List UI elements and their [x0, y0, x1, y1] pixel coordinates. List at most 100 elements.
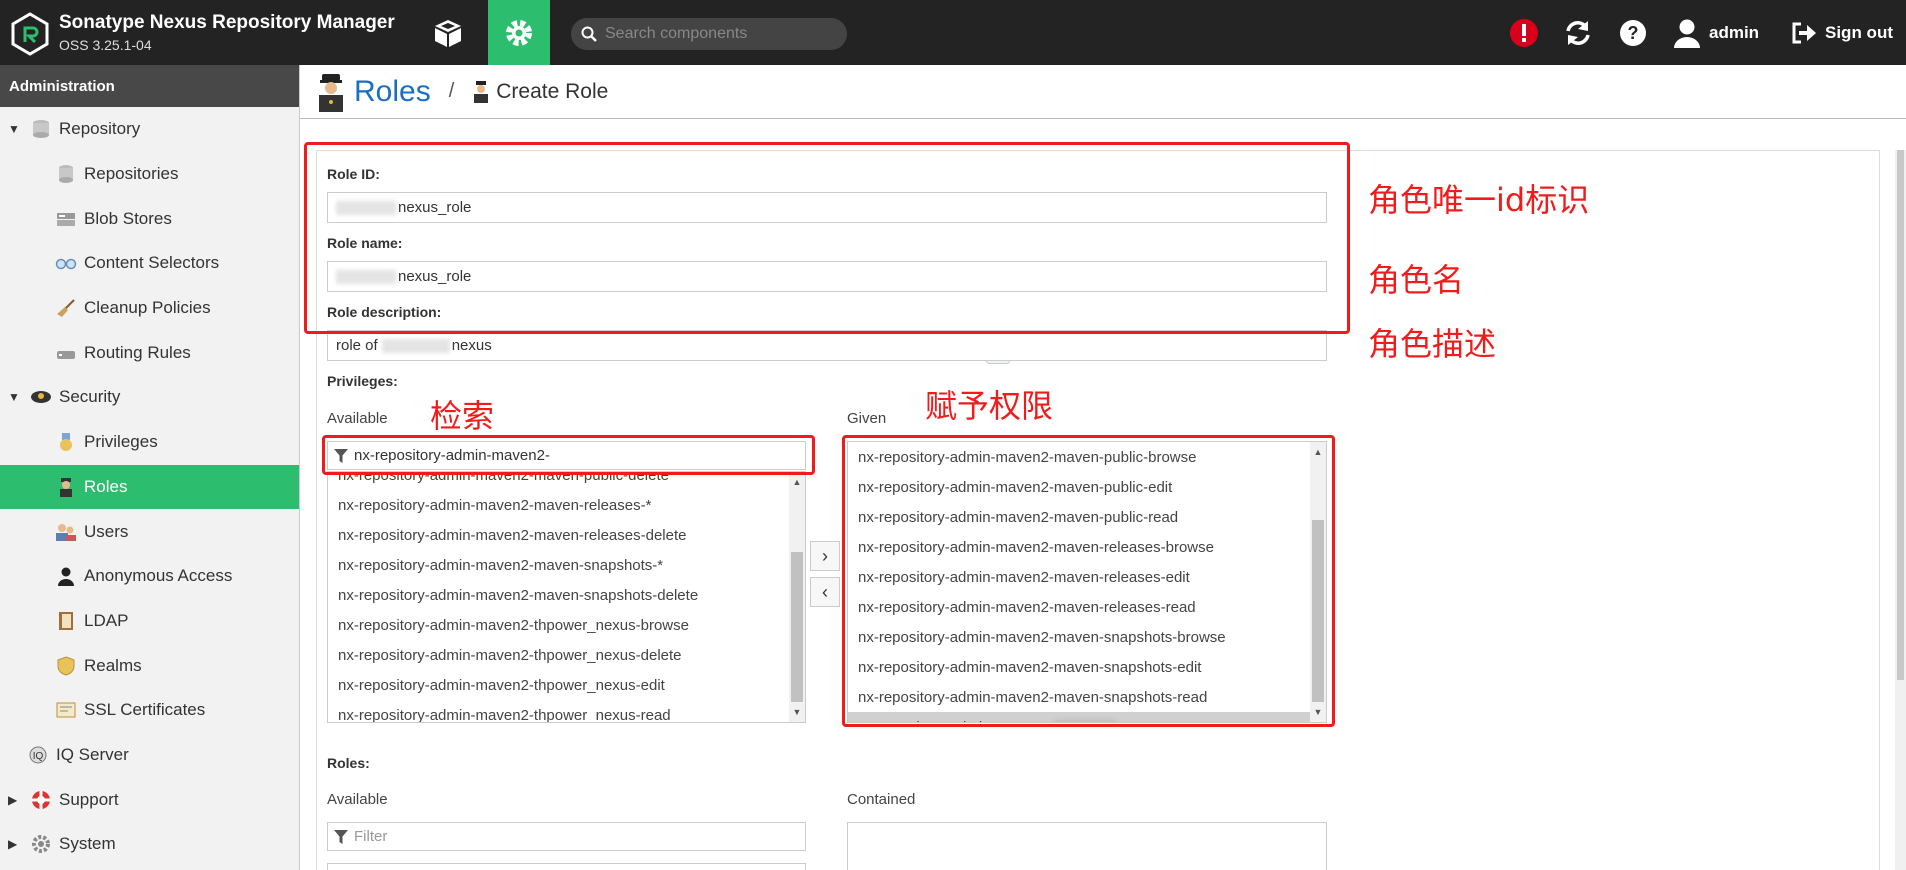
refresh-icon [1566, 20, 1590, 45]
glasses-icon [55, 252, 77, 274]
redacted-text [381, 338, 450, 353]
book-icon [55, 610, 77, 632]
router-icon [55, 342, 77, 364]
sidebar-item-security[interactable]: ▼ Security [0, 375, 299, 420]
sidebar-item-label: Roles [84, 476, 128, 496]
sidebar-item-support[interactable]: ▶ Support [0, 777, 299, 822]
sidebar-item-label: IQ Server [56, 744, 129, 764]
breadcrumb-roles-link[interactable]: Roles [354, 75, 431, 109]
roles-filter-input[interactable] [354, 828, 754, 845]
sidebar-item-label: Repositories [84, 164, 179, 184]
expand-right-icon[interactable]: ▶ [8, 837, 17, 851]
sidebar-item-privileges[interactable]: Privileges [0, 420, 299, 465]
sidebar-item-label: Routing Rules [84, 342, 191, 362]
signout-button[interactable]: Sign out [1791, 0, 1893, 65]
user-icon [1674, 19, 1700, 48]
broom-icon [55, 297, 77, 319]
nexus-logo-icon[interactable] [10, 12, 50, 56]
sidebar-item-label: Realms [84, 655, 142, 675]
sidebar-item-label: Blob Stores [84, 208, 172, 228]
officer-icon [474, 80, 489, 103]
search-box[interactable] [571, 18, 847, 50]
svg-text:IQ: IQ [33, 751, 44, 762]
database-icon [55, 163, 77, 185]
search-input[interactable] [605, 25, 825, 43]
roles-available-list[interactable] [327, 863, 806, 870]
sidebar-item-users[interactable]: Users [0, 509, 299, 554]
sidebar-item-repository[interactable]: ▼ Repository [0, 107, 299, 152]
annotation-search: 检索 [430, 397, 495, 435]
page-title: Create Role [496, 79, 609, 103]
add-privilege-button[interactable]: › [810, 541, 840, 571]
expand-down-icon[interactable]: ▼ [8, 122, 20, 136]
remove-privilege-button[interactable]: ‹ [810, 577, 840, 607]
app-title: Sonatype Nexus Repository Manager [59, 12, 395, 33]
users-icon [55, 521, 77, 543]
browse-button[interactable] [420, 0, 476, 65]
sidebar-item-label: LDAP [84, 610, 129, 630]
sidebar-item-content-selectors[interactable]: Content Selectors [0, 241, 299, 286]
roles-filter[interactable] [327, 822, 806, 851]
annotation-box-given [842, 435, 1335, 727]
sidebar-item-anonymous-access[interactable]: Anonymous Access [0, 554, 299, 599]
refresh-button[interactable] [1564, 0, 1592, 65]
user-menu[interactable]: admin [1673, 0, 1759, 65]
sidebar-item-system[interactable]: ▶ System [0, 822, 299, 867]
sidebar-item-repositories[interactable]: Repositories [0, 152, 299, 197]
help-button[interactable]: ? [1619, 0, 1647, 65]
main-content: Roles / Create Role Role ID: nexus_role … [300, 65, 1906, 870]
list-scrollbar-thumb[interactable] [791, 552, 803, 702]
expand-right-icon[interactable]: ▶ [8, 793, 17, 807]
sidebar: Administration ▼ Repository Repositories… [0, 65, 300, 870]
sidebar-item-label: Repository [59, 119, 141, 139]
page-scrollbar-thumb[interactable] [1897, 150, 1904, 680]
sidebar-item-routing-rules[interactable]: Routing Rules [0, 330, 299, 375]
roles-label: Roles: [327, 755, 370, 771]
annotation-role-id: 角色唯一id标识 [1368, 181, 1590, 219]
breadcrumb: Roles / Create Role [300, 65, 1906, 119]
list-item[interactable]: nx-repository-admin-maven2-maven-snapsho… [328, 550, 791, 580]
sidebar-item-ssl-certificates[interactable]: SSL Certificates [0, 688, 299, 733]
list-item[interactable]: nx-repository-admin-maven2-maven-release… [328, 520, 791, 550]
cube-icon [435, 19, 461, 47]
officer-icon [55, 476, 77, 498]
page-scrollbar[interactable] [1895, 150, 1906, 870]
sidebar-item-cleanup-policies[interactable]: Cleanup Policies [0, 286, 299, 331]
sidebar-item-label: SSL Certificates [84, 700, 206, 720]
annotation-role-name: 角色名 [1368, 261, 1465, 299]
role-description-prefix: role of [336, 337, 378, 354]
sidebar-item-label: Anonymous Access [84, 566, 233, 586]
search-icon [581, 26, 597, 42]
chevron-right-icon: › [822, 545, 828, 566]
sidebar-item-blob-stores[interactable]: Blob Stores [0, 196, 299, 241]
role-description-field[interactable]: role of nexus [327, 330, 1327, 361]
sidebar-item-realms[interactable]: Realms [0, 643, 299, 688]
scroll-up-icon[interactable]: ▲ [789, 474, 805, 490]
medal-icon [55, 431, 77, 453]
privileges-label: Privileges: [327, 373, 398, 389]
sidebar-item-label: System [59, 834, 116, 854]
annotation-box-filter [322, 435, 815, 475]
scroll-down-icon[interactable]: ▼ [789, 704, 805, 720]
role-description-suffix: nexus [451, 337, 492, 354]
chevron-left-icon: ‹ [822, 581, 828, 602]
sidebar-item-ldap[interactable]: LDAP [0, 599, 299, 644]
sidebar-item-iq-server[interactable]: IQ IQ Server [0, 733, 299, 778]
administration-button[interactable] [488, 0, 550, 65]
annotation-box-role-info [304, 142, 1350, 334]
list-item[interactable]: nx-repository-admin-maven2-maven-snapsho… [328, 580, 791, 610]
list-item[interactable]: nx-repository-admin-maven2-maven-release… [328, 490, 791, 520]
expand-down-icon[interactable]: ▼ [8, 390, 20, 404]
list-item[interactable]: nx-repository-admin-maven2-thpower_nexus… [328, 700, 791, 723]
roles-contained-list[interactable] [847, 822, 1327, 870]
privileges-available-list[interactable]: nx-repository-admin-maven2-maven-public-… [327, 471, 806, 723]
list-item[interactable]: nx-repository-admin-maven2-thpower_nexus… [328, 640, 791, 670]
sidebar-header: Administration [0, 65, 299, 107]
list-scrollbar[interactable]: ▲ ▼ [789, 472, 805, 722]
certificate-icon [55, 699, 77, 721]
sidebar-item-roles[interactable]: Roles [0, 464, 299, 510]
alert-button[interactable] [1509, 0, 1539, 65]
list-item[interactable]: nx-repository-admin-maven2-thpower_nexus… [328, 610, 791, 640]
list-item[interactable]: nx-repository-admin-maven2-thpower_nexus… [328, 670, 791, 700]
top-bar: Sonatype Nexus Repository Manager OSS 3.… [0, 0, 1906, 65]
